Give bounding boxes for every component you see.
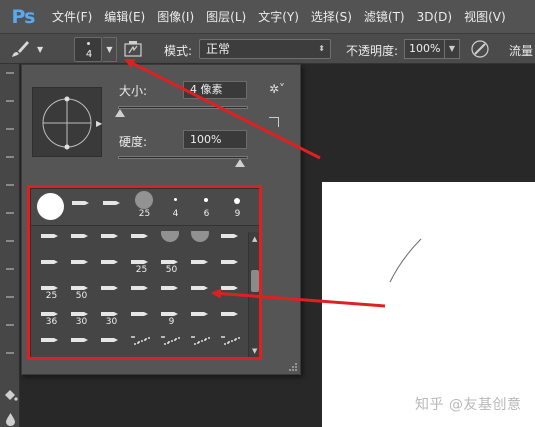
tool-slot[interactable] xyxy=(6,240,14,242)
size-slider-track[interactable] xyxy=(118,106,248,109)
brush-roundness-icon xyxy=(42,96,92,150)
menu-filter[interactable]: 滤镜(T) xyxy=(358,0,411,34)
menu-view[interactable]: 视图(V) xyxy=(458,0,512,34)
tool-slot[interactable] xyxy=(6,156,14,158)
hardness-label: 硬度: xyxy=(119,135,148,149)
menu-layer[interactable]: 图层(L) xyxy=(200,0,252,34)
menu-edit[interactable]: 编辑(E) xyxy=(98,0,151,34)
new-preset-icon[interactable] xyxy=(269,117,279,127)
chevron-down-icon: ▼ xyxy=(37,44,44,54)
menu-bar: Ps 文件(F) 编辑(E) 图像(I) 图层(L) 文字(Y) 选择(S) 滤… xyxy=(0,0,535,34)
highlight-box xyxy=(27,185,262,360)
menu-select[interactable]: 选择(S) xyxy=(305,0,358,34)
tool-slot[interactable] xyxy=(6,72,14,74)
gear-icon[interactable]: ✲˅ xyxy=(269,82,285,96)
tool-slot[interactable] xyxy=(6,268,14,270)
chevron-down-icon[interactable]: ▼ xyxy=(444,39,460,59)
resize-grip-icon[interactable] xyxy=(288,362,298,372)
app-logo-text: Ps xyxy=(11,5,36,28)
tool-slot[interactable] xyxy=(6,128,14,130)
menu-image[interactable]: 图像(I) xyxy=(151,0,200,34)
blur-drop-icon[interactable] xyxy=(5,412,16,426)
tool-slot[interactable] xyxy=(6,212,14,214)
mode-select[interactable]: 正常 ⬍ xyxy=(199,39,331,59)
tool-preset-picker[interactable]: ▼ xyxy=(9,38,61,60)
opacity-input[interactable]: 100% xyxy=(404,39,444,59)
size-input[interactable]: 4 像素 xyxy=(183,81,247,99)
tool-slot[interactable] xyxy=(6,324,14,326)
brush-size-preview[interactable]: 4 xyxy=(74,37,102,62)
watermark: 知乎 @友基创意 xyxy=(415,397,522,413)
menu-type[interactable]: 文字(Y) xyxy=(252,0,305,34)
hardness-input[interactable]: 100% xyxy=(183,130,247,149)
mode-value: 正常 xyxy=(206,42,231,56)
brush-stroke xyxy=(389,238,422,283)
brush-tool-icon xyxy=(12,41,29,57)
pressure-opacity-icon[interactable] xyxy=(469,39,491,59)
tool-slot[interactable] xyxy=(6,100,14,102)
hardness-slider-track[interactable] xyxy=(118,156,248,159)
mode-label: 模式: xyxy=(164,44,193,58)
tool-slot[interactable] xyxy=(6,296,14,298)
menu-3d[interactable]: 3D(D) xyxy=(411,0,458,34)
tools-panel xyxy=(0,64,20,427)
flow-label: 流量 xyxy=(509,44,534,58)
tool-slot[interactable] xyxy=(6,184,14,186)
tool-slot[interactable] xyxy=(6,352,14,354)
brush-panel-toggle-icon[interactable] xyxy=(124,40,142,58)
brush-size-number: 4 xyxy=(85,49,93,60)
document-canvas[interactable] xyxy=(322,182,535,427)
chevron-down-icon[interactable]: ▼ xyxy=(103,37,117,62)
size-label: 大小: xyxy=(119,84,148,98)
menu-file[interactable]: 文件(F) xyxy=(46,0,98,34)
photoshop-logo: Ps xyxy=(0,0,46,34)
brush-tip-dot xyxy=(87,42,90,45)
chevron-right-icon: ▶ xyxy=(96,119,103,128)
brush-preset-picker[interactable]: 4 ▼ xyxy=(74,37,118,62)
opacity-label: 不透明度: xyxy=(346,44,399,58)
options-bar: ▼ 4 ▼ 模式: 正常 ⬍ 不透明度: 100% ▼ 流量 xyxy=(0,34,535,64)
paint-bucket-icon[interactable] xyxy=(3,388,18,403)
size-slider-thumb[interactable] xyxy=(115,109,125,117)
updown-arrows-icon: ⬍ xyxy=(318,44,325,53)
hardness-slider-thumb[interactable] xyxy=(235,159,245,167)
brush-angle-preview[interactable] xyxy=(32,87,102,157)
